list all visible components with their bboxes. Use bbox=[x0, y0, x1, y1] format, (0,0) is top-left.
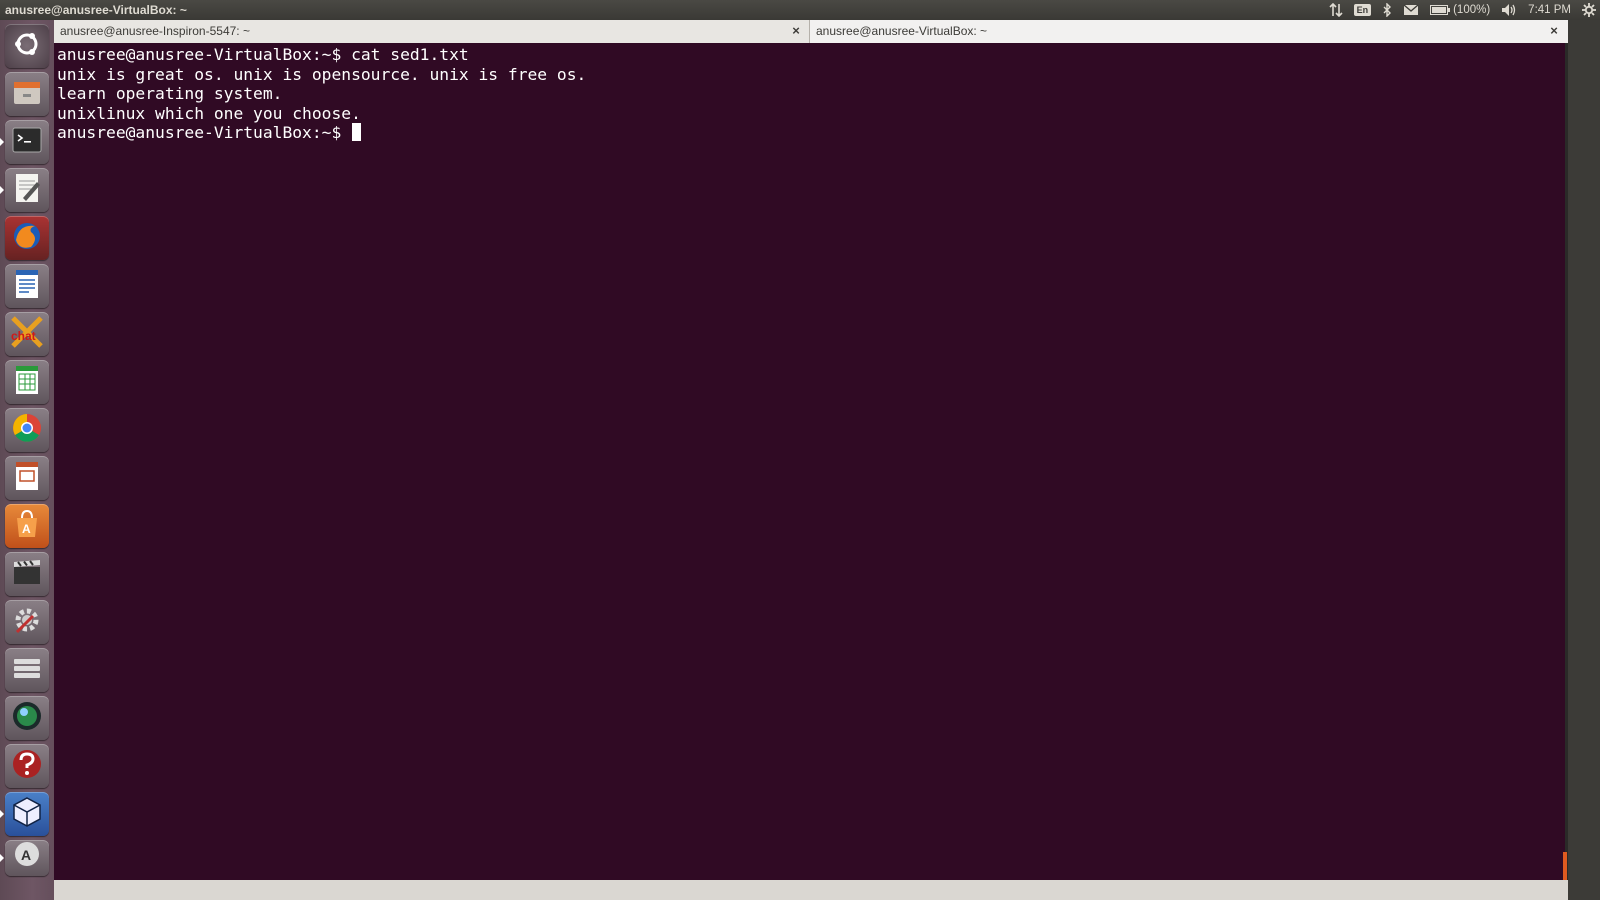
launcher-text-editor-button[interactable] bbox=[5, 168, 49, 212]
software-updater-icon: A bbox=[9, 838, 45, 879]
launcher-files-button[interactable] bbox=[5, 72, 49, 116]
launcher-firefox-button[interactable] bbox=[5, 216, 49, 260]
resize-handle[interactable] bbox=[1563, 852, 1567, 880]
close-icon[interactable]: × bbox=[1547, 23, 1561, 38]
launcher-settings-button[interactable] bbox=[5, 600, 49, 644]
volume-icon[interactable] bbox=[1501, 3, 1517, 17]
terminal-line: anusree@anusree-VirtualBox:~$ cat sed1.t… bbox=[57, 45, 469, 64]
libreoffice-calc-icon bbox=[9, 362, 45, 403]
top-panel: anusree@anusree-VirtualBox: ~ En (100%) … bbox=[0, 0, 1600, 20]
virtualbox-icon bbox=[9, 794, 45, 835]
globe-browser-icon bbox=[9, 698, 45, 739]
launcher-calc-button[interactable] bbox=[5, 360, 49, 404]
terminal-line: unixlinux which one you choose. bbox=[57, 103, 361, 123]
keyboard-layout-indicator[interactable]: En bbox=[1353, 4, 1372, 16]
ubuntu-dash-icon bbox=[9, 26, 45, 67]
text-cursor bbox=[352, 123, 362, 142]
terminal-output: anusree@anusree-VirtualBox:~$ cat sed1.t… bbox=[57, 45, 586, 143]
launcher-impress-button[interactable] bbox=[5, 456, 49, 500]
window-title: anusree@anusree-VirtualBox: ~ bbox=[5, 3, 187, 17]
chrome-icon bbox=[9, 410, 45, 451]
launcher-virtualbox-button[interactable] bbox=[5, 792, 49, 836]
launcher: chat A A bbox=[0, 20, 55, 900]
launcher-video-editor-button[interactable] bbox=[5, 552, 49, 596]
battery-indicator[interactable]: (100%) bbox=[1430, 4, 1490, 16]
tab-virtualbox[interactable]: anusree@anusree-VirtualBox: ~ × bbox=[810, 20, 1568, 43]
svg-text:A: A bbox=[21, 847, 31, 863]
launcher-software-center-button[interactable]: A bbox=[5, 504, 49, 548]
svg-text:chat: chat bbox=[11, 329, 36, 343]
svg-text:A: A bbox=[22, 522, 31, 536]
software-center-icon: A bbox=[9, 506, 45, 547]
keyboard-layout-label: En bbox=[1353, 4, 1372, 16]
close-icon[interactable]: × bbox=[789, 23, 803, 38]
launcher-chrome-button[interactable] bbox=[5, 408, 49, 452]
text-editor-icon bbox=[9, 170, 45, 211]
battery-percentage: (100%) bbox=[1453, 4, 1491, 16]
terminal-line: learn operating system. bbox=[57, 84, 283, 104]
terminal-icon bbox=[9, 122, 45, 163]
clock[interactable]: 7:41 PM bbox=[1528, 4, 1571, 16]
bluetooth-icon[interactable] bbox=[1382, 3, 1392, 17]
launcher-terminal-button[interactable] bbox=[5, 120, 49, 164]
launcher-disks-button[interactable] bbox=[5, 648, 49, 692]
video-editor-icon bbox=[9, 554, 45, 595]
launcher-xchat-button[interactable]: chat bbox=[5, 312, 49, 356]
network-icon[interactable] bbox=[1329, 3, 1343, 17]
launcher-updater-button[interactable]: A bbox=[5, 840, 49, 876]
indicator-area: En (100%) 7:41 PM bbox=[1329, 0, 1596, 20]
firefox-icon bbox=[9, 218, 45, 259]
disks-icon bbox=[9, 650, 45, 691]
tab-label: anusree@anusree-Inspiron-5547: ~ bbox=[60, 24, 250, 38]
help-icon bbox=[9, 746, 45, 787]
launcher-dash-button[interactable] bbox=[5, 24, 49, 68]
terminal-screen[interactable]: anusree@anusree-VirtualBox:~$ cat sed1.t… bbox=[54, 43, 1565, 880]
terminal-prompt: anusree@anusree-VirtualBox:~$ bbox=[57, 123, 352, 143]
launcher-help-button[interactable] bbox=[5, 744, 49, 788]
files-icon bbox=[9, 74, 45, 115]
terminal-tab-bar: anusree@anusree-Inspiron-5547: ~ × anusr… bbox=[54, 20, 1568, 44]
battery-icon bbox=[1430, 5, 1451, 15]
tab-label: anusree@anusree-VirtualBox: ~ bbox=[816, 24, 988, 38]
terminal-line: unix is great os. unix is opensource. un… bbox=[57, 64, 587, 84]
launcher-writer-button[interactable] bbox=[5, 264, 49, 308]
gear-icon[interactable] bbox=[1582, 3, 1596, 17]
libreoffice-writer-icon bbox=[9, 266, 45, 307]
mail-icon[interactable] bbox=[1403, 4, 1419, 16]
launcher-globe-button[interactable] bbox=[5, 696, 49, 740]
libreoffice-impress-icon bbox=[9, 458, 45, 499]
system-settings-icon bbox=[9, 602, 45, 643]
window-bottom-edge bbox=[54, 880, 1568, 900]
xchat-icon: chat bbox=[9, 314, 45, 355]
tab-inspiron[interactable]: anusree@anusree-Inspiron-5547: ~ × bbox=[54, 20, 810, 43]
terminal-scrollbar[interactable] bbox=[1565, 43, 1568, 880]
